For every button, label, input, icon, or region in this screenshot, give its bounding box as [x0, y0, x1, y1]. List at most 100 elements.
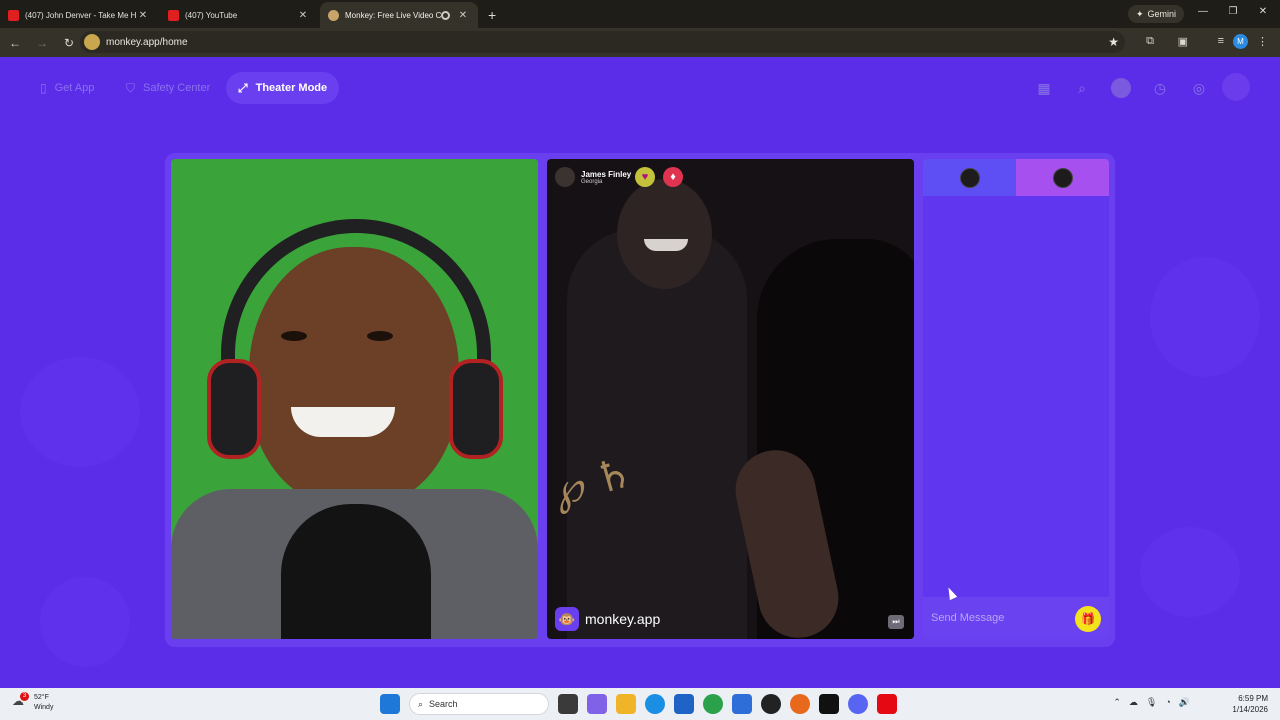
chat-tab-peer[interactable] [1016, 159, 1109, 196]
netflix-icon[interactable] [877, 694, 897, 714]
new-tab-button[interactable]: + [480, 2, 504, 28]
avatar [1052, 167, 1073, 188]
history-icon[interactable]: ◷ [1150, 78, 1170, 98]
peer-info[interactable]: James Finley Georgia [555, 167, 631, 187]
gemini-button[interactable]: ✦ Gemini [1127, 5, 1184, 23]
brand-text: monkey.app [585, 611, 661, 627]
tab-title: (407) YouTube [185, 10, 238, 20]
taskbar-clock[interactable]: 6:59 PM 1/14/2026 [1232, 693, 1268, 715]
peer-name: James Finley [581, 169, 632, 179]
taskbar-search-label: Search [429, 699, 458, 709]
background-decoration [1150, 257, 1260, 377]
gift-badge-icon[interactable]: ♦ [663, 167, 683, 187]
chrome-icon[interactable] [703, 694, 723, 714]
youtube-icon [168, 9, 179, 21]
send-message-input[interactable]: Send Message 🎁 [923, 597, 1109, 639]
smile-graphic [291, 407, 395, 437]
theater-mode-button[interactable]: ⤢ Theater Mode [226, 72, 340, 104]
gift-button[interactable]: 🎁 [1075, 606, 1101, 632]
copilot-icon[interactable] [587, 694, 607, 714]
firefox-icon[interactable] [790, 694, 810, 714]
bookmark-star-icon[interactable]: ★ [1108, 35, 1119, 49]
self-video [171, 159, 538, 639]
recording-icon [441, 10, 450, 20]
windows-start-icon[interactable] [380, 694, 400, 714]
forward-icon[interactable]: → [30, 36, 54, 50]
user-avatar[interactable] [1222, 73, 1250, 101]
search-icon[interactable]: ⌕ [1072, 78, 1092, 98]
file-explorer-icon[interactable] [616, 694, 636, 714]
tab-youtube[interactable]: (407) YouTube ✕ [160, 2, 318, 28]
messages-icon[interactable]: ◎ [1189, 78, 1209, 98]
photos-icon[interactable] [674, 694, 694, 714]
terminal-icon[interactable] [558, 694, 578, 714]
epic-games-icon[interactable] [819, 694, 839, 714]
background-decoration [1140, 527, 1240, 617]
window-close-icon[interactable]: ✕ [1248, 6, 1278, 17]
close-icon[interactable]: ✕ [136, 10, 150, 21]
clock-date: 1/14/2026 [1232, 705, 1268, 714]
chevron-up-icon[interactable]: ⌃ [1113, 697, 1121, 708]
theater-mode-label: Theater Mode [255, 82, 328, 94]
phone-icon: ▯ [40, 81, 47, 95]
store-icon[interactable]: ▦ [1034, 78, 1054, 98]
edge-icon[interactable] [645, 694, 665, 714]
clock-time: 6:59 PM [1238, 694, 1268, 703]
media-controls-icon[interactable]: ≡ [1218, 35, 1224, 47]
menu-kebab-icon[interactable]: ⋮ [1257, 35, 1268, 48]
weather-icon: ☁ 3 [12, 692, 30, 712]
profile-avatar[interactable]: M [1233, 34, 1248, 49]
minimize-icon[interactable]: — [1188, 6, 1218, 17]
site-info-icon[interactable] [84, 34, 100, 50]
system-tray: ⌃ ☁ 🎙 ◔ 🔊 [1113, 697, 1190, 708]
shirt-graphic [281, 504, 431, 639]
wifi-icon[interactable]: ◔ [1165, 697, 1170, 708]
tab-john-denver[interactable]: (407) John Denver - Take Me H ✕ [0, 2, 158, 28]
expand-icon: ⤢ [238, 80, 248, 95]
get-app-button[interactable]: ▯ Get App [28, 72, 106, 104]
safety-center-button[interactable]: ⛉ Safety Center [114, 72, 222, 104]
gemini-label: Gemini [1147, 9, 1176, 19]
github-icon[interactable] [761, 694, 781, 714]
address-bar[interactable]: monkey.app/home ★ [80, 31, 1125, 53]
close-icon[interactable]: ✕ [456, 10, 470, 21]
browser-tab-strip: (407) John Denver - Take Me H ✕ (407) Yo… [0, 0, 1280, 28]
peer-avatar[interactable] [555, 167, 575, 187]
eye-graphic [281, 331, 307, 341]
send-message-placeholder: Send Message [931, 612, 1005, 624]
avatar [959, 167, 980, 188]
chat-tab-self[interactable] [923, 159, 1016, 196]
face-graphic [249, 247, 459, 507]
onedrive-icon[interactable]: ☁ [1129, 697, 1138, 708]
discord-icon[interactable] [848, 694, 868, 714]
video-chat-stage: ℘ ♄ James Finley Georgia ♥ ♦ 🐵 monkey.ap… [165, 153, 1115, 647]
background-decoration [40, 577, 130, 667]
heart-icon[interactable]: ♥ [635, 167, 655, 187]
friends-icon[interactable] [1111, 78, 1131, 98]
weather-temp: 52°F [34, 694, 49, 701]
restore-icon[interactable]: ❐ [1218, 6, 1248, 17]
taskbar-search[interactable]: ⌕ Search [409, 693, 549, 715]
skip-icon[interactable]: ⏭ [888, 615, 904, 629]
back-icon[interactable]: ← [3, 36, 27, 50]
monkey-icon [328, 9, 339, 21]
windows-taskbar: ☁ 3 52°F Windy ⌕ Search ⌃ ☁ 🎙 ◔ 🔊 6:59 PM… [0, 688, 1280, 720]
tab-title: (407) John Denver - Take Me H [25, 10, 136, 20]
tab-monkey[interactable]: Monkey: Free Live Video Ch ✕ [320, 2, 478, 28]
chat-panel: Send Message 🎁 [923, 159, 1109, 639]
microphone-icon[interactable]: 🎙 [1146, 697, 1157, 708]
shield-icon: ⛉ [126, 80, 136, 95]
weather-desc: Windy [34, 704, 54, 711]
volume-icon[interactable]: 🔊 [1179, 697, 1190, 708]
weather-widget[interactable]: ☁ 3 52°F Windy [12, 692, 54, 713]
eye-graphic [367, 331, 393, 341]
side-panel-icon[interactable]: ▣ [1178, 35, 1188, 48]
extensions-icon[interactable]: ⧉ [1146, 35, 1154, 48]
peer-video: ℘ ♄ James Finley Georgia ♥ ♦ 🐵 monkey.ap… [547, 159, 914, 639]
safety-center-label: Safety Center [143, 82, 211, 94]
url-text: monkey.app/home [106, 36, 188, 48]
monkey-watermark: 🐵 monkey.app [555, 607, 660, 631]
reload-icon[interactable]: ↻ [57, 36, 81, 50]
outlook-icon[interactable] [732, 694, 752, 714]
close-icon[interactable]: ✕ [296, 10, 310, 21]
